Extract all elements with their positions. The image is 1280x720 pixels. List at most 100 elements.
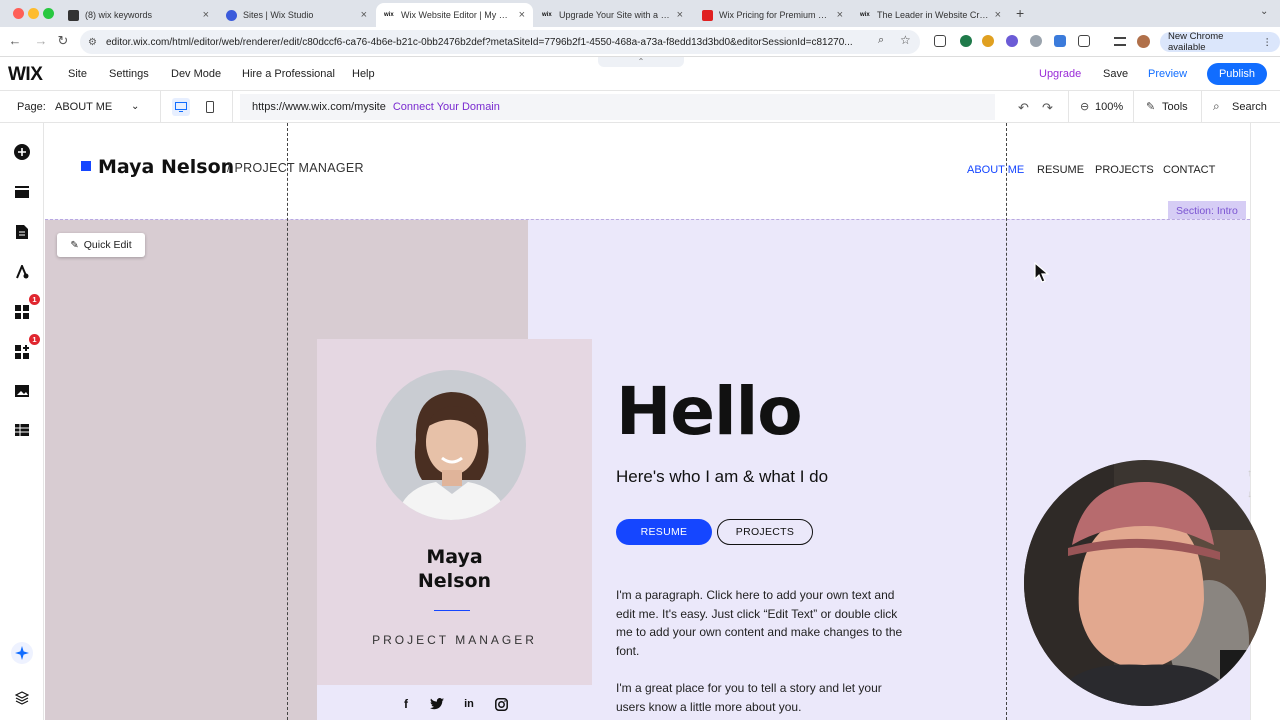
extensions-puzzle-icon[interactable] — [1078, 35, 1090, 47]
browser-tab-active[interactable]: wix Wix Website Editor | My Site 1 × — [376, 3, 533, 27]
instagram-icon[interactable] — [493, 696, 509, 712]
menu-settings[interactable]: Settings — [109, 68, 149, 80]
redo-icon[interactable]: ↷ — [1042, 100, 1053, 116]
cms-table-icon[interactable] — [13, 421, 31, 439]
desktop-view-icon[interactable] — [172, 98, 190, 116]
facebook-icon[interactable]: f — [398, 696, 414, 712]
screenshot-extension-icon[interactable] — [934, 35, 946, 47]
wix-logo[interactable]: WIX — [8, 64, 43, 86]
new-tab-button[interactable]: + — [1016, 5, 1024, 21]
browser-tab[interactable]: (8) wix keywords × — [60, 3, 217, 27]
close-tab-icon[interactable]: × — [203, 9, 209, 21]
nav-resume[interactable]: RESUME — [1037, 164, 1084, 176]
publish-button[interactable]: Publish — [1207, 63, 1267, 85]
browser-tab[interactable]: Sites | Wix Studio × — [218, 3, 375, 27]
divider — [160, 91, 161, 123]
zoom-level[interactable]: 100% — [1095, 101, 1123, 113]
extension-icon[interactable] — [982, 35, 994, 47]
media-icon[interactable] — [13, 382, 31, 400]
address-bar[interactable]: ⚙ editor.wix.com/html/editor/web/rendere… — [80, 30, 920, 54]
back-icon[interactable]: ← — [6, 33, 24, 48]
tools-button[interactable]: Tools — [1162, 101, 1188, 113]
upgrade-button[interactable]: Upgrade — [1039, 68, 1081, 80]
move-down-icon[interactable]: ↓ — [1247, 489, 1252, 500]
extension-icon[interactable] — [1030, 35, 1042, 47]
layers-icon[interactable] — [13, 689, 31, 707]
card-name[interactable]: Maya Nelson — [317, 545, 592, 593]
intro-paragraph[interactable]: I'm a paragraph. Click here to add your … — [616, 586, 906, 661]
business-tools-icon[interactable] — [13, 343, 31, 361]
bookmark-star-icon[interactable]: ☆ — [900, 33, 911, 47]
tab-search-chevron-icon[interactable]: ⌄ — [1260, 6, 1268, 17]
menu-hire-a-professional[interactable]: Hire a Professional — [242, 68, 335, 80]
pages-icon[interactable] — [13, 223, 31, 241]
add-section-icon[interactable] — [13, 183, 31, 201]
linkedin-icon[interactable]: in — [461, 696, 477, 712]
add-elements-icon[interactable] — [13, 143, 31, 161]
page-selector[interactable]: ABOUT ME — [55, 101, 112, 113]
zoom-lens-icon[interactable]: ⌕ — [878, 34, 884, 47]
profile-card[interactable]: Maya Nelson PROJECT MANAGER f in — [317, 339, 592, 720]
collapse-toolbar-chevron-icon[interactable]: ⌃ — [598, 57, 684, 67]
projects-button[interactable]: PROJECTS — [717, 519, 813, 545]
site-header[interactable]: Maya Nelson / PROJECT MANAGER ABOUT ME R… — [45, 123, 1250, 219]
minimize-window-button[interactable] — [28, 8, 39, 19]
reading-list-icon[interactable] — [1114, 37, 1126, 46]
hello-heading[interactable]: Hello — [616, 373, 803, 450]
divider — [1201, 91, 1202, 123]
maximize-window-button[interactable] — [43, 8, 54, 19]
site-settings-icon[interactable]: ⚙ — [88, 37, 100, 48]
ai-assistant-icon[interactable] — [11, 642, 33, 664]
intro-subheading[interactable]: Here's who I am & what I do — [616, 467, 828, 487]
menu-site[interactable]: Site — [68, 68, 87, 80]
browser-tab[interactable]: wix Upgrade Your Site with a Premium × — [534, 3, 691, 27]
new-chrome-available-button[interactable]: New Chrome available ⋮ — [1160, 31, 1280, 53]
close-tab-icon[interactable]: × — [677, 9, 683, 21]
close-tab-icon[interactable]: × — [995, 9, 1001, 21]
close-window-button[interactable] — [13, 8, 24, 19]
zoom-out-icon[interactable]: ⊖ — [1080, 100, 1089, 113]
undo-icon[interactable]: ↶ — [1018, 100, 1029, 116]
extension-icon[interactable] — [1006, 35, 1018, 47]
browser-tab[interactable]: Wix Pricing for Premium Plans × — [694, 3, 851, 27]
site-brand-role[interactable]: / PROJECT MANAGER — [227, 161, 364, 175]
close-tab-icon[interactable]: × — [361, 9, 367, 21]
nav-about-me[interactable]: ABOUT ME — [967, 164, 1024, 176]
app-market-icon[interactable] — [13, 303, 31, 321]
search-button[interactable]: Search — [1232, 101, 1267, 113]
browser-tab[interactable]: wix The Leader in Website Creation × — [852, 3, 1009, 27]
nav-contact[interactable]: CONTACT — [1163, 164, 1215, 176]
tools-icon[interactable]: ✎ — [1146, 100, 1155, 113]
nav-projects[interactable]: PROJECTS — [1095, 164, 1154, 176]
extension-icon[interactable] — [960, 35, 972, 47]
menu-help[interactable]: Help — [352, 68, 375, 80]
close-tab-icon[interactable]: × — [837, 9, 843, 21]
site-brand-name[interactable]: Maya Nelson — [98, 156, 234, 178]
extension-icon[interactable] — [1054, 35, 1066, 47]
profile-photo[interactable] — [376, 370, 526, 520]
search-icon[interactable]: ⌕ — [1213, 99, 1220, 114]
profile-avatar-icon[interactable] — [1137, 35, 1150, 48]
more-vertical-icon[interactable]: ⋮ — [1263, 37, 1273, 48]
quick-edit-button[interactable]: ✎ Quick Edit — [57, 233, 145, 257]
card-role[interactable]: PROJECT MANAGER — [317, 633, 592, 647]
forward-icon[interactable]: → — [32, 33, 50, 48]
page-chevron-down-icon[interactable]: ⌄ — [131, 101, 139, 112]
section-intro-tag[interactable]: Section: Intro — [1168, 201, 1246, 220]
design-theme-icon[interactable] — [13, 263, 31, 281]
move-up-icon[interactable]: ↑ — [1247, 468, 1252, 479]
menu-dev-mode[interactable]: Dev Mode — [171, 68, 221, 80]
youtube-favicon-icon — [702, 9, 713, 21]
save-button[interactable]: Save — [1103, 68, 1128, 80]
editor-left-rail: 1 1 — [0, 123, 44, 720]
mobile-view-icon[interactable] — [201, 98, 219, 116]
browser-tab-strip: (8) wix keywords × Sites | Wix Studio × … — [0, 0, 1280, 27]
close-tab-icon[interactable]: × — [519, 9, 525, 21]
preview-button[interactable]: Preview — [1148, 68, 1187, 80]
resume-button[interactable]: RESUME — [616, 519, 712, 545]
twitter-icon[interactable] — [429, 696, 445, 712]
intro-paragraph-2[interactable]: I'm a great place for you to tell a stor… — [616, 679, 906, 716]
connect-domain-link[interactable]: Connect Your Domain — [393, 101, 500, 113]
reload-icon[interactable]: ↻ — [54, 33, 72, 49]
gridline-guide — [1006, 123, 1007, 720]
